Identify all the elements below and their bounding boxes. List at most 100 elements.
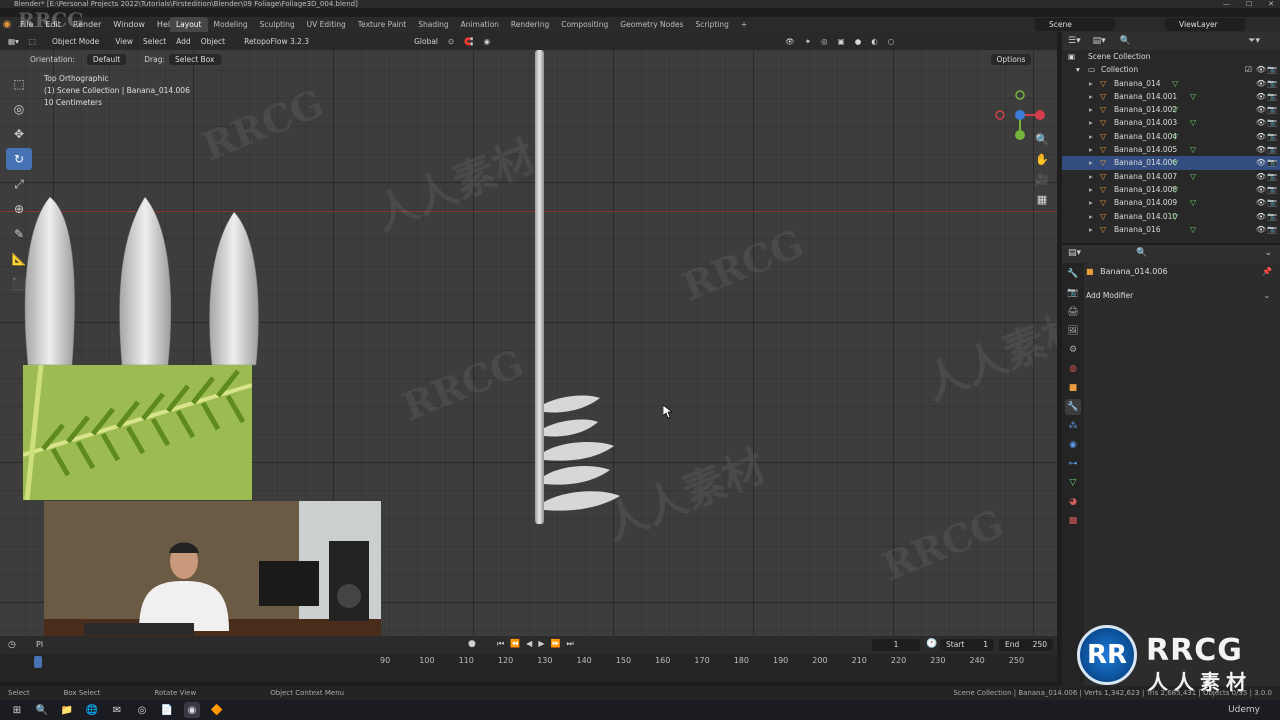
outliner-object-row[interactable]: ▸ ▽ Banana_014.008 ▽ 👁 📷 <box>1062 183 1280 196</box>
expand-icon[interactable]: ▸ <box>1089 196 1093 209</box>
shading-material-icon[interactable]: ◐ <box>871 37 878 46</box>
playback-menu[interactable]: Pl <box>36 640 43 649</box>
eye-icon[interactable]: 👁 <box>1256 143 1266 156</box>
outliner-editor-icon[interactable]: ☰▾ <box>1068 36 1081 46</box>
eye-icon[interactable]: 👁 <box>1256 63 1266 76</box>
display-mode-icon[interactable]: ▤▾ <box>1093 36 1106 46</box>
editor-type-icon[interactable]: ▦▾ <box>8 37 19 46</box>
outliner-collection[interactable]: ▾ ▭ Collection ☑ 👁 📷 <box>1062 63 1280 76</box>
modifier-tab-icon[interactable]: 🔧 <box>1065 399 1081 415</box>
eye-icon[interactable]: 👁 <box>1256 130 1266 143</box>
notes-icon[interactable]: 📄 <box>159 702 175 718</box>
play-icon[interactable]: ▶ <box>538 639 544 649</box>
outliner-object-row[interactable]: ▸ ▽ Banana_014.007 ▽ 👁 📷 <box>1062 170 1280 183</box>
playhead[interactable] <box>34 656 42 668</box>
tab-modeling[interactable]: Modeling <box>208 17 254 32</box>
tab-layout[interactable]: Layout <box>170 17 208 32</box>
material-tab-icon[interactable]: ◕ <box>1065 494 1081 510</box>
outliner-object-row[interactable]: ▸ ▽ Banana_014.006 ▽ 👁 📷 <box>1062 156 1280 170</box>
rotate-tool-icon[interactable]: ↻ <box>6 148 32 170</box>
play-reverse-icon[interactable]: ◀ <box>526 639 532 649</box>
move-tool-icon[interactable]: ✥ <box>6 123 32 145</box>
ortho-toggle-icon[interactable]: ▦ <box>1033 190 1051 208</box>
expand-icon[interactable]: ▸ <box>1089 103 1093 116</box>
3d-viewport[interactable]: ▦▾ ⬚ Object Mode View Select Add Object … <box>0 32 1057 636</box>
camera-icon[interactable]: 📷 <box>1267 156 1277 169</box>
menu-add[interactable]: Add <box>176 37 191 46</box>
expand-icon[interactable]: ▸ <box>1089 156 1093 169</box>
stem-mesh[interactable] <box>535 50 544 524</box>
render-tab-icon[interactable]: 📷 <box>1065 285 1081 301</box>
search-icon[interactable]: 🔍 <box>34 702 50 718</box>
constraints-tab-icon[interactable]: ⊶ <box>1065 456 1081 472</box>
tab-compositing[interactable]: Compositing <box>555 17 614 32</box>
expand-icon[interactable]: ▸ <box>1089 130 1093 143</box>
current-frame-field[interactable]: 1 <box>872 639 920 651</box>
eye-icon[interactable]: 👁 <box>1256 183 1266 196</box>
camera-icon[interactable]: 📷 <box>1267 77 1277 90</box>
start-frame-field[interactable]: Start 1 <box>940 639 994 651</box>
camera-icon[interactable]: 📷 <box>1267 103 1277 116</box>
camera-icon[interactable]: 📷 <box>1267 196 1277 209</box>
eye-icon[interactable]: 👁 <box>1256 103 1266 116</box>
eye-icon[interactable]: 👁 <box>1256 223 1266 236</box>
proportional-edit-icon[interactable]: ◉ <box>484 37 491 46</box>
world-tab-icon[interactable]: ◍ <box>1065 361 1081 377</box>
outliner-scene-collection[interactable]: ▣ Scene Collection <box>1062 50 1280 63</box>
blender-taskbar-icon[interactable]: 🔶 <box>209 702 225 718</box>
outliner-object-row[interactable]: ▸ ▽ Banana_016 ▽ 👁 📷 <box>1062 223 1280 236</box>
outliner-object-row[interactable]: ▸ ▽ Banana_014 ▽ 👁 📷 <box>1062 77 1280 90</box>
eye-icon[interactable]: 👁 <box>1256 210 1266 223</box>
data-tab-icon[interactable]: ▽ <box>1065 475 1081 491</box>
properties-options-icon[interactable]: ⌄ <box>1264 248 1272 258</box>
collapse-icon[interactable]: ▾ <box>1076 63 1080 76</box>
cursor-tool-icon[interactable]: ◎ <box>6 98 32 120</box>
jump-start-icon[interactable]: ⏮ <box>497 639 504 649</box>
camera-icon[interactable]: 📷 <box>1267 210 1277 223</box>
next-key-icon[interactable]: ⏩ <box>550 639 560 649</box>
prev-key-icon[interactable]: ⏪ <box>510 639 520 649</box>
menu-render[interactable]: Render <box>67 20 107 29</box>
expand-icon[interactable]: ▸ <box>1089 77 1093 90</box>
tab-scripting[interactable]: Scripting <box>690 17 735 32</box>
eye-icon[interactable]: 👁 <box>1256 77 1266 90</box>
camera-view-icon[interactable]: 🎥 <box>1033 170 1051 188</box>
chrome-icon[interactable]: ◎ <box>134 702 150 718</box>
record-icon[interactable]: ● <box>468 639 476 649</box>
scene-selector[interactable]: Scene <box>1035 18 1115 31</box>
visibility-icon[interactable]: 👁 <box>785 37 795 46</box>
texture-tab-icon[interactable]: ▩ <box>1065 513 1081 529</box>
xray-icon[interactable]: ▣ <box>838 37 845 46</box>
camera-icon[interactable]: 📷 <box>1267 130 1277 143</box>
object-mode-dropdown[interactable]: Object Mode <box>45 35 106 47</box>
browser-icon[interactable]: 🌐 <box>84 702 100 718</box>
outliner-object-row[interactable]: ▸ ▽ Banana_014.002 ▽ 👁 📷 <box>1062 103 1280 116</box>
properties-search-icon[interactable]: 🔍 <box>1136 248 1147 258</box>
camera-icon[interactable]: 📷 <box>1267 63 1277 76</box>
outliner-object-row[interactable]: ▸ ▽ Banana_014.010 ▽ 👁 📷 <box>1062 210 1280 223</box>
expand-icon[interactable]: ▸ <box>1089 183 1093 196</box>
timeline-editor-icon[interactable]: ◷ <box>8 640 16 650</box>
eye-icon[interactable]: 👁 <box>1256 170 1266 183</box>
transform-orientation-dropdown[interactable]: Global <box>414 37 438 46</box>
timeline-ruler[interactable]: 90 100 110 120 130 140 150 160 170 180 190 200 210 22… <box>0 654 1057 682</box>
shading-render-icon[interactable]: ○ <box>888 37 895 46</box>
menu-window[interactable]: Window <box>107 20 151 29</box>
select-mode-icon[interactable]: ⬚ <box>29 37 36 46</box>
object-tab-icon[interactable]: ■ <box>1065 380 1081 396</box>
eye-icon[interactable]: 👁 <box>1256 196 1266 209</box>
windows-start-icon[interactable]: ⊞ <box>9 702 25 718</box>
view-layer-selector[interactable]: ViewLayer <box>1165 18 1245 31</box>
output-tab-icon[interactable]: 🖨 <box>1065 304 1081 320</box>
minimize-icon[interactable]: — <box>1223 0 1230 8</box>
close-icon[interactable]: ✕ <box>1268 0 1274 8</box>
menu-view[interactable]: View <box>115 37 133 46</box>
properties-editor-icon[interactable]: ▤▾ <box>1068 248 1081 258</box>
jump-end-icon[interactable]: ⏭ <box>566 639 573 649</box>
camera-icon[interactable]: 📷 <box>1267 170 1277 183</box>
tab-uv-editing[interactable]: UV Editing <box>301 17 352 32</box>
tab-shading[interactable]: Shading <box>412 17 454 32</box>
particles-tab-icon[interactable]: ⁂ <box>1065 418 1081 434</box>
mail-icon[interactable]: ✉ <box>109 702 125 718</box>
outliner-object-row[interactable]: ▸ ▽ Banana_014.001 ▽ 👁 📷 <box>1062 90 1280 103</box>
